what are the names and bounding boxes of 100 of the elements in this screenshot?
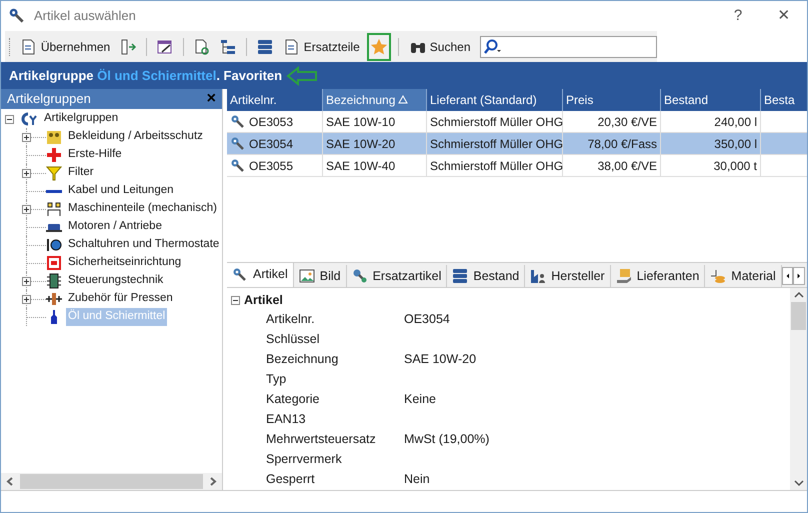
cable-icon — [46, 190, 62, 192]
tab[interactable]: Ersatzartikel — [346, 265, 448, 287]
table-cell-text: 350,00 l — [714, 136, 757, 152]
wrench-icon — [230, 114, 246, 130]
field-value: Nein — [404, 470, 430, 488]
horizontal-scrollbar[interactable] — [1, 473, 222, 490]
expand-toggle[interactable] — [22, 204, 31, 214]
table-cell-text: 78,00 €/Fass — [588, 136, 657, 152]
field-label: Kategorie — [265, 390, 321, 408]
column-header[interactable]: Bezeichnung — [323, 89, 427, 111]
table-cell-text: OE3055 — [249, 158, 294, 174]
tree-item[interactable]: Sicherheitseinrichtung — [66, 254, 184, 272]
expand-toggle[interactable] — [22, 276, 31, 286]
table-cell-text: 240,00 l — [714, 114, 757, 130]
search-icon — [482, 38, 502, 54]
machine-icon — [46, 201, 62, 217]
search-field[interactable] — [480, 36, 658, 58]
field-label: Mehrwertsteuersatz — [265, 430, 377, 448]
wrench-icon — [8, 7, 26, 25]
favorites-button[interactable] — [366, 32, 391, 60]
window-title: Artikel auswählen — [34, 7, 136, 26]
field-label: Gesperrt — [265, 470, 316, 488]
table-row[interactable]: OE3054 SAE 10W-20 Schmierstoff Müller OHG 78,00 €/Fass 350,00 l — [227, 133, 807, 155]
wrench-icon — [232, 266, 248, 282]
field-label: Schlüssel — [265, 330, 320, 348]
table-cell-text: SAE 10W-20 — [326, 136, 396, 152]
wrench-icon — [230, 158, 246, 174]
expand-toggle[interactable] — [22, 132, 31, 142]
scroll-left-icon[interactable] — [782, 267, 794, 285]
tree-item[interactable]: Schaltuhren und Thermostate — [66, 236, 222, 254]
expand-toggle[interactable] — [22, 168, 31, 178]
section-title: Artikel — [244, 292, 283, 309]
tree-item[interactable]: Zubehör für Pressen — [66, 290, 175, 308]
close-button[interactable]: ✕ — [761, 1, 807, 31]
field-value: SAE 10W-20 — [404, 350, 476, 368]
tree-item[interactable]: Filter — [66, 164, 96, 182]
tree-list-icon[interactable] — [218, 38, 237, 56]
tab[interactable]: Bild — [294, 265, 347, 287]
star-icon — [370, 38, 388, 56]
panel-title: Artikelgruppen — [7, 90, 92, 108]
press-icon — [46, 291, 62, 307]
people-icon — [46, 129, 62, 145]
toolbar-button[interactable]: Übernehmen — [16, 34, 114, 60]
field-value: OE3054 — [404, 310, 450, 328]
table-cell-text: OE3053 — [249, 114, 294, 130]
field-value: Keine — [404, 390, 436, 408]
arrow-left-icon — [286, 66, 318, 86]
tree-item[interactable]: Motoren / Antriebe — [66, 218, 164, 236]
tab[interactable]: Lieferanten — [610, 265, 706, 287]
scrollbar-thumb[interactable] — [20, 474, 203, 489]
vertical-scrollbar[interactable] — [790, 288, 807, 490]
cross-icon — [46, 147, 62, 163]
edit-form-icon[interactable] — [156, 38, 174, 56]
scrollbar-thumb[interactable] — [791, 302, 806, 330]
tab[interactable]: Artikel — [227, 263, 294, 287]
tab[interactable]: Material — [705, 265, 782, 287]
close-button[interactable]: × — [206, 91, 216, 107]
field-label: Bezeichnung — [265, 350, 340, 368]
toolbar-button[interactable]: Ersatzteile — [280, 34, 363, 60]
refresh-document-icon[interactable] — [192, 38, 211, 56]
database-icon — [452, 268, 468, 284]
tree-item[interactable]: Maschinenteile (mechanisch) — [66, 200, 219, 218]
table-cell-text: Schmierstoff Müller OHG — [430, 136, 564, 152]
collapse-toggle[interactable] — [5, 114, 14, 124]
banner-text: Artikelgruppe Öl und Schiermittel. Favoriten — [9, 66, 282, 85]
table-row[interactable]: OE3055 SAE 10W-40 Schmierstoff Müller OHG 38,00 €/VE 30,000 t — [227, 155, 807, 177]
expand-toggle[interactable] — [22, 294, 31, 304]
factory-person-icon — [530, 268, 546, 284]
table-cell-text: SAE 10W-10 — [326, 114, 396, 130]
help-button[interactable]: ? — [715, 1, 761, 31]
clock-icon — [46, 237, 62, 253]
table-row[interactable]: OE3053 SAE 10W-10 Schmierstoff Müller OHG 20,30 €/VE 240,00 l — [227, 111, 807, 133]
tree-item[interactable]: Erste-Hilfe — [66, 146, 124, 164]
tab[interactable]: Bestand — [447, 265, 526, 287]
field-label: EAN13 — [265, 410, 307, 428]
table-cell-text: SAE 10W-40 — [326, 158, 396, 174]
funnel-icon — [46, 165, 62, 181]
control-cabinet-icon — [46, 273, 62, 289]
table-cell-text: Schmierstoff Müller OHG — [430, 158, 564, 174]
table-cell-text: 38,00 €/VE — [598, 158, 657, 174]
scroll-right-icon[interactable] — [793, 267, 805, 285]
database-icon[interactable] — [256, 38, 274, 56]
wrench-gear-icon — [352, 268, 368, 284]
field-label: Typ — [265, 370, 288, 388]
columns-icon[interactable] — [119, 38, 138, 56]
tab[interactable]: Hersteller — [525, 265, 611, 287]
collapse-toggle[interactable] — [231, 296, 240, 304]
field-value: MwSt (19,00%) — [404, 430, 490, 448]
tree-item[interactable]: Bekleidung / Arbeitsschutz — [66, 128, 205, 146]
coins-icon — [710, 268, 726, 284]
toolbar-button[interactable]: Suchen — [406, 34, 474, 60]
table-cell-text: OE3054 — [249, 136, 294, 152]
tree-item[interactable]: Artikelgruppen — [42, 110, 120, 128]
tree-item[interactable]: Steuerungstechnik — [66, 272, 166, 290]
table-cell-text: 30,000 t — [714, 158, 757, 174]
field-label: Sperrvermerk — [265, 450, 343, 468]
table-cell-text: Schmierstoff Müller OHG — [430, 114, 564, 130]
field-label: Artikelnr. — [265, 310, 316, 328]
tree-item[interactable]: Kabel und Leitungen — [66, 182, 176, 200]
sort-icon — [398, 95, 408, 105]
